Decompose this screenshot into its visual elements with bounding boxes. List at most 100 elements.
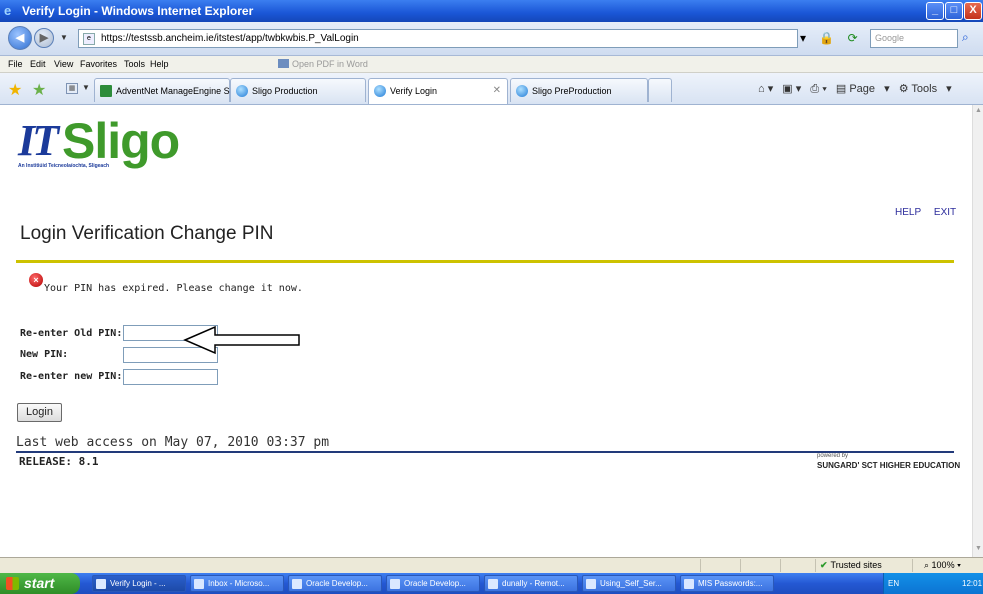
menu-file[interactable]: File (8, 59, 23, 69)
minimize-button[interactable]: _ (926, 2, 944, 20)
ie-logo-icon: e (4, 3, 12, 18)
page-title: Login Verification Change PIN (20, 223, 274, 244)
confirm-pin-field[interactable] (123, 369, 218, 385)
ie-page-icon (236, 85, 248, 97)
taskbar-button[interactable]: Inbox - Microso... (190, 575, 284, 592)
taskbar-label: Inbox - Microso... (208, 579, 270, 588)
page-menu-button[interactable]: ▤ Page ▾ (836, 83, 890, 95)
heading-divider (16, 260, 954, 263)
menu-help[interactable]: Help (150, 59, 169, 69)
back-button[interactable]: ◀ (8, 26, 32, 50)
taskbar-button[interactable]: dunally - Remot... (484, 575, 578, 592)
tab-label: Verify Login (390, 86, 438, 96)
check-icon: ✔ (820, 560, 828, 570)
menu-edit[interactable]: Edit (30, 59, 46, 69)
search-input[interactable]: Google (870, 29, 958, 48)
menu-tools[interactable]: Tools (124, 59, 145, 69)
lock-icon[interactable]: 🔒 (819, 31, 834, 45)
add-favorites-icon[interactable]: ★ (32, 80, 46, 100)
favorites-star-icon[interactable]: ★ (8, 80, 22, 100)
taskbar-label: Using_Self_Ser... (600, 579, 662, 588)
start-button[interactable]: start (0, 573, 80, 594)
url-dropdown-icon[interactable]: ▾ (800, 31, 806, 45)
logo-sligo: Sligo (62, 113, 180, 169)
powered-by-text: powered by (817, 453, 849, 459)
menu-favorites[interactable]: Favorites (80, 59, 117, 69)
menu-bar: File Edit View Favorites Tools Help Open… (0, 56, 983, 73)
help-link[interactable]: HELP (895, 207, 921, 218)
menu-view[interactable]: View (54, 59, 73, 69)
feeds-icon[interactable]: ▣ ▾ (782, 83, 801, 95)
confirm-pin-label: Re-enter new PIN: (20, 371, 123, 382)
vertical-scrollbar[interactable]: ▲ ▼ (972, 105, 983, 557)
tab-list-dropdown-icon[interactable]: ▼ (82, 83, 90, 92)
oracle-icon (292, 579, 302, 589)
status-segment (780, 559, 781, 572)
refresh-icon[interactable]: ⟳ (848, 31, 858, 45)
history-dropdown-icon[interactable]: ▼ (60, 33, 68, 42)
taskbar-label: dunally - Remot... (502, 579, 565, 588)
forward-button[interactable]: ▶ (34, 28, 54, 48)
pdf-label: Open PDF in Word (292, 59, 368, 69)
adventnet-icon (100, 85, 112, 97)
tab-label: Sligo PreProduction (532, 86, 612, 96)
command-bar: ⌂ ▾ ▣ ▾ ⎙ ▾ ▤ Page ▾ ⚙ Tools ▾ (758, 82, 958, 96)
login-button[interactable]: Login (17, 403, 62, 422)
document-icon (586, 579, 596, 589)
new-tab-button[interactable] (648, 78, 672, 102)
old-pin-label: Re-enter Old PIN: (20, 328, 123, 339)
open-pdf-in-word-button[interactable]: Open PDF in Word (278, 59, 368, 69)
language-indicator[interactable]: EN (888, 573, 899, 594)
scroll-down-icon[interactable]: ▼ (974, 545, 983, 555)
outlook-icon (194, 579, 204, 589)
ie-icon (96, 579, 106, 589)
quick-tabs-icon[interactable]: ▦ (66, 83, 78, 94)
remote-desktop-icon (488, 579, 498, 589)
tab-sligo-production[interactable]: Sligo Production (230, 78, 366, 102)
error-message: Your PIN has expired. Please change it n… (44, 283, 303, 294)
address-bar: ◀ ▶ ▼ e https://testssb.ancheim.ie/itste… (0, 22, 983, 56)
tools-menu-button[interactable]: ⚙ Tools ▾ (899, 83, 952, 95)
taskbar-button[interactable]: Oracle Develop... (386, 575, 480, 592)
windows-taskbar: start Verify Login - ... Inbox - Microso… (0, 573, 983, 594)
word-icon (278, 59, 289, 68)
tab-sligo-preproduction[interactable]: Sligo PreProduction (510, 78, 648, 102)
status-segment (700, 559, 701, 572)
search-placeholder: Google (875, 33, 905, 43)
taskbar-button[interactable]: Oracle Develop... (288, 575, 382, 592)
zoom-value: 100% (931, 560, 955, 570)
window-title: Verify Login - Windows Internet Explorer (22, 4, 254, 18)
taskbar-button[interactable]: Verify Login - ... (92, 575, 186, 592)
sungard-logo: SUNGARD' SCT HIGHER EDUCATION (817, 461, 961, 470)
url-field[interactable]: e https://testssb.ancheim.ie/itstest/app… (78, 29, 798, 48)
ie-page-icon (374, 85, 386, 97)
logo-it: IT (18, 116, 59, 165)
taskbar-button[interactable]: MIS Passwords:... (680, 575, 774, 592)
status-segment (912, 559, 913, 572)
zoom-level[interactable]: ⌕ 100% ▾ (924, 560, 961, 571)
close-button[interactable]: X (964, 2, 982, 20)
taskbar-label: Oracle Develop... (306, 579, 368, 588)
tab-close-icon[interactable]: ✕ (493, 85, 501, 96)
print-icon[interactable]: ⎙ ▾ (810, 83, 826, 95)
clock: 12:01 (962, 579, 983, 588)
tools-menu-label: Tools (911, 83, 938, 95)
security-zone[interactable]: ✔ Trusted sites (820, 560, 882, 571)
maximize-button[interactable]: □ (945, 2, 963, 20)
tab-label: Sligo Production (252, 86, 318, 96)
tab-adventnet[interactable]: AdventNet ManageEngine Se... (94, 78, 242, 102)
exit-link[interactable]: EXIT (934, 207, 956, 218)
taskbar-button[interactable]: Using_Self_Ser... (582, 575, 676, 592)
home-icon[interactable]: ⌂ ▾ (758, 83, 773, 95)
release-text: RELEASE: 8.1 (19, 455, 99, 468)
scroll-up-icon[interactable]: ▲ (974, 107, 983, 117)
page-menu-label: Page (849, 83, 876, 95)
ie-page-icon (516, 85, 528, 97)
search-icon[interactable]: ⌕ (962, 30, 969, 45)
tab-bar: ★ ★ ▦ ▼ AdventNet ManageEngine Se... Sli… (0, 73, 983, 105)
url-text: https://testssb.ancheim.ie/itstest/app/t… (101, 33, 359, 44)
status-segment (740, 559, 741, 572)
tab-verify-login[interactable]: Verify Login ✕ (368, 78, 508, 104)
taskbar-label: Oracle Develop... (404, 579, 466, 588)
document-icon (684, 579, 694, 589)
